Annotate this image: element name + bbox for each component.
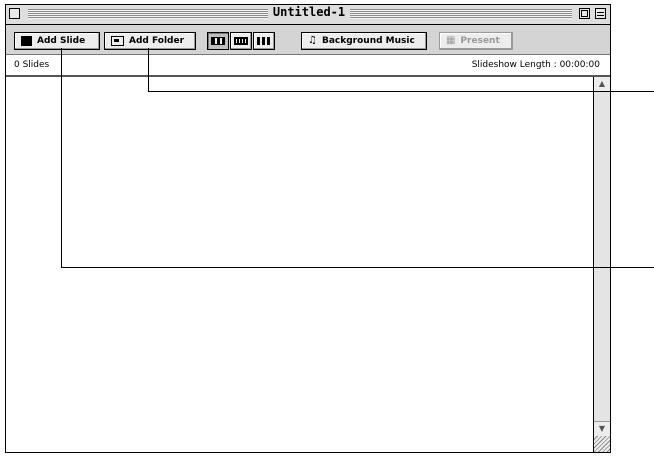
background-music-label: Background Music [321,36,415,46]
slideshow-length: Slideshow Length : 00:00:00 [471,60,600,70]
callout-line-add-slide-horizontal [61,267,654,268]
add-slide-label: Add Slide [37,36,86,46]
resize-grip-icon[interactable] [594,436,610,452]
status-bar: 0 Slides Slideshow Length : 00:00:00 [6,55,610,77]
callout-line-add-slide-vertical [61,48,62,268]
columns-icon [257,37,271,45]
close-box-icon[interactable] [9,8,20,19]
add-folder-button[interactable]: Add Folder [104,32,196,50]
title-bar-stripes-right [350,9,572,19]
music-icon: ♫ [308,35,317,46]
title-bar[interactable]: Untitled-1 [6,5,610,25]
scroll-up-arrow-icon[interactable]: ▲ [594,77,610,92]
add-folder-label: Add Folder [129,36,185,46]
title-bar-stripes-left [28,9,268,19]
callout-line-add-folder-vertical [148,48,149,92]
folder-icon [111,36,124,46]
slide-list-area[interactable] [6,77,593,452]
vertical-scrollbar[interactable]: ▲ ▼ [593,77,610,452]
present-label: Present [460,36,500,46]
present-button[interactable]: ▦ Present [439,32,513,50]
slide-count: 0 Slides [14,60,50,70]
window-title: Untitled-1 [268,5,350,24]
present-icon: ▦ [446,35,456,46]
slide-icon [21,36,32,46]
strip-icon [234,37,248,45]
view-mode-group [207,32,276,50]
background-music-button[interactable]: ♫ Background Music [301,32,427,50]
collapse-box-icon[interactable] [595,8,606,19]
zoom-box-icon[interactable] [579,8,590,19]
strip-view-button[interactable] [230,32,252,50]
callout-line-add-folder-horizontal [148,91,654,92]
film-strip-icon [211,37,225,45]
toolbar: Add Slide Add Folder ♫ Background Music … [6,25,610,55]
film-strip-view-button[interactable] [207,32,229,50]
application-window: Untitled-1 Add Slide Add Folder ♫ Backgr… [5,4,611,453]
scroll-down-arrow-icon[interactable]: ▼ [594,421,610,436]
screen: Untitled-1 Add Slide Add Folder ♫ Backgr… [0,0,654,459]
add-slide-button[interactable]: Add Slide [14,32,100,50]
column-view-button[interactable] [253,32,275,50]
